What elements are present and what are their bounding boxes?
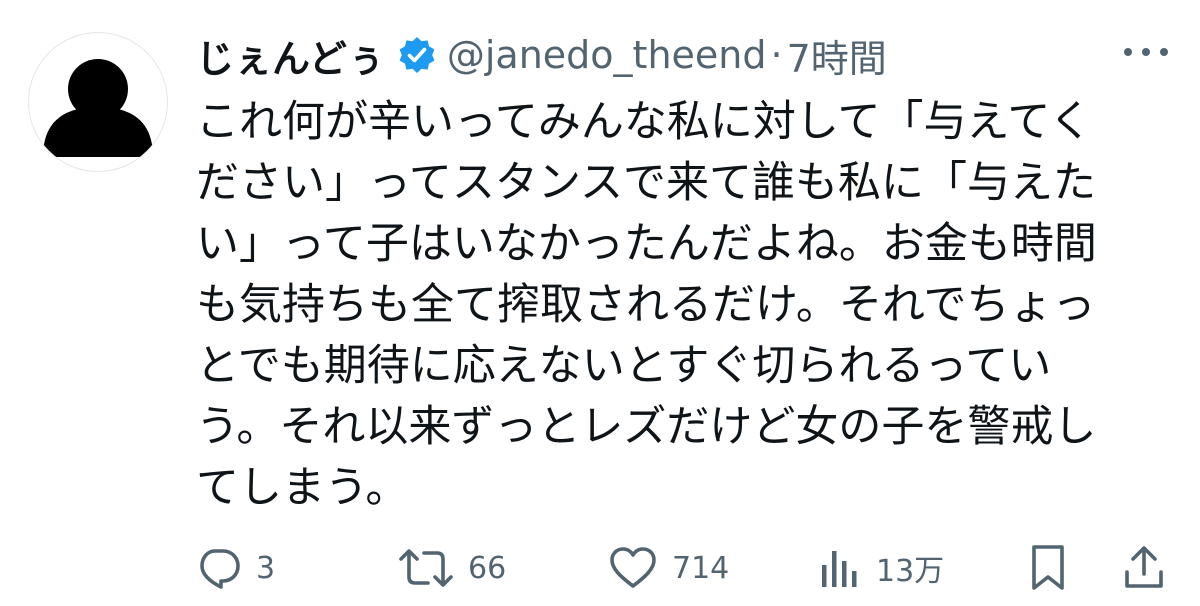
retweet-icon (399, 549, 453, 587)
reply-button[interactable]: 3 (196, 540, 275, 596)
retweet-button[interactable]: 66 (398, 540, 506, 596)
avatar[interactable] (28, 32, 168, 172)
separator-dot: · (770, 33, 783, 77)
bookmark-icon (1032, 545, 1064, 590)
tweet-text: これ何が辛いってみんな私に対して「与えてく ださい」ってスタンスで来て誰も私に「… (196, 92, 1156, 519)
tweet-text-line: ださい」ってスタンスで来て誰も私に「与えた (196, 158, 1096, 208)
tweet: じぇんどぅ @janedo_theend · 7時間 これ何が辛いってみんな私に… (0, 0, 1200, 606)
views-icon (822, 551, 857, 587)
share-icon (1125, 546, 1163, 588)
timestamp[interactable]: 7時間 (787, 28, 887, 83)
tweet-text-line: これ何が辛いってみんな私に対して「与えてく (196, 97, 1093, 147)
action-bar: 3 66 714 13万 (0, 540, 1200, 600)
reply-count: 3 (256, 550, 276, 586)
views-count: 13万 (876, 554, 945, 589)
views-button[interactable]: 13万 (818, 540, 944, 596)
retweet-count: 66 (468, 550, 507, 586)
tweet-text-line: てしまう。 (196, 463, 409, 513)
tweet-text-line: う。それ以来ずっとレズだけど女の子を警戒し (196, 402, 1097, 452)
like-button[interactable]: 714 (608, 540, 729, 596)
avatar-silhouette-icon (43, 59, 153, 157)
verified-badge-icon[interactable] (397, 35, 437, 75)
reply-icon (200, 549, 240, 589)
more-options-button[interactable] (1124, 40, 1168, 64)
display-name[interactable]: じぇんどぅ (196, 28, 385, 83)
more-icon (1124, 48, 1132, 56)
tweet-text-line: い」って子はいなかったんだよね。お金も時間 (196, 219, 1097, 269)
like-icon (610, 547, 656, 588)
like-count: 714 (672, 550, 730, 586)
tweet-text-line: も気持ちも全て搾取されるだけ。それでちょっ (196, 280, 1096, 330)
user-handle[interactable]: @janedo_theend (447, 33, 767, 77)
bookmark-button[interactable] (1028, 540, 1068, 596)
tweet-header: じぇんどぅ @janedo_theend · 7時間 (196, 28, 887, 82)
tweet-text-line: とでも期待に応えないとすぐ切られるってい (196, 341, 1052, 391)
share-button[interactable] (1122, 540, 1166, 596)
